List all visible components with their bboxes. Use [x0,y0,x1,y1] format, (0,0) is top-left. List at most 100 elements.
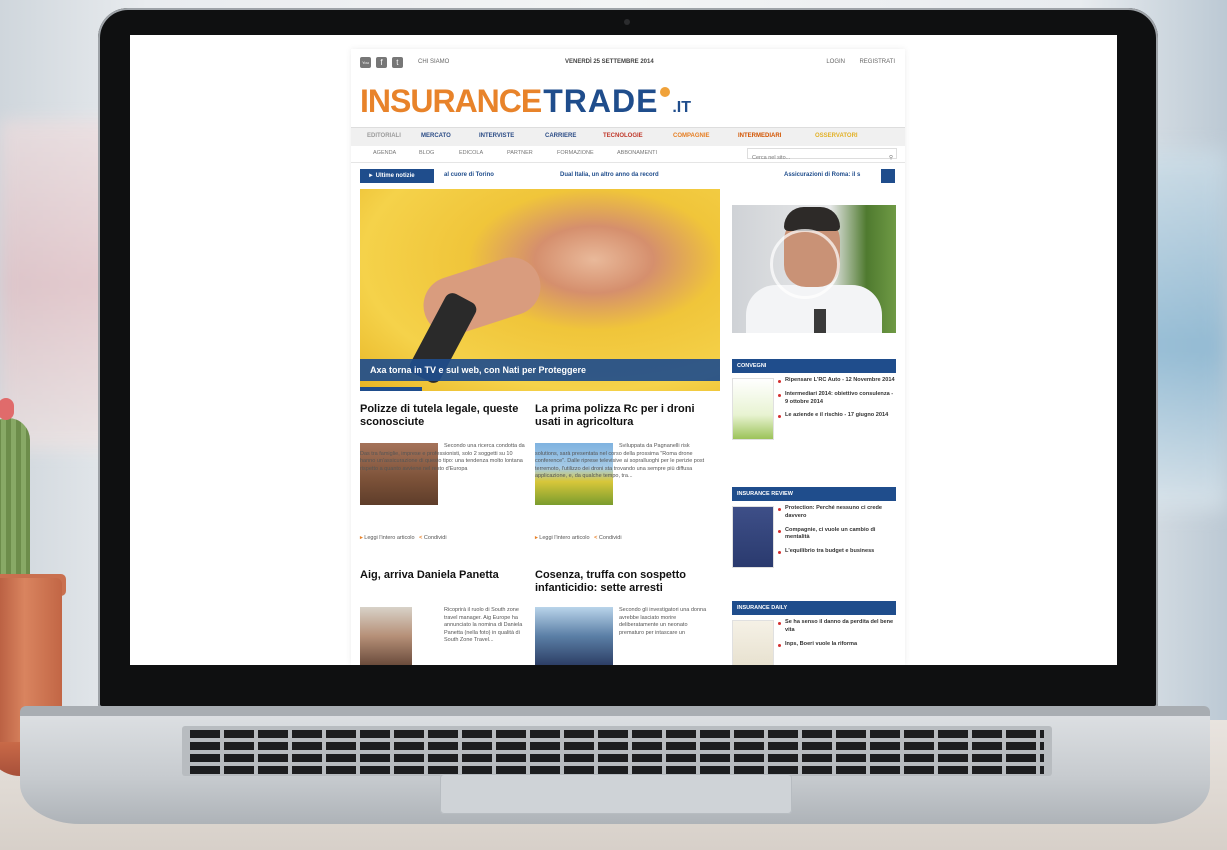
webcam-icon [624,19,630,25]
megaphone-icon: ► [368,173,376,179]
list-item[interactable]: Le aziende e il rischio - 17 giugno 2014 [778,412,896,420]
nav-item-compagnie[interactable]: COMPAGNIE [673,133,710,139]
video-person-hair [784,207,840,231]
nav-item-osservatori[interactable]: OSSERVATORI [815,133,858,139]
insurance-daily-box: INSURANCE DAILY Se ha senso il danno da … [732,601,896,665]
daily-newsletter-thumb[interactable] [732,620,774,665]
read-more-link[interactable]: Leggi l'intero articolo [364,535,414,541]
article-card: Aig, arriva Daniela Panetta Ricoprirà il… [360,569,530,665]
read-more-link[interactable]: Leggi l'intero articolo [539,535,589,541]
article-card: Cosenza, truffa con sospetto infanticidi… [535,569,706,665]
nav-item-carriere[interactable]: CARRIERE [545,133,576,139]
nav-item-editoriali[interactable]: EDITORIALI [367,133,401,139]
nav2-item-blog[interactable]: BLOG [419,150,434,156]
read-more-icon: ▸ [360,535,363,541]
list-item[interactable]: Compagnie, ci vuole un cambio di mentali… [778,527,896,543]
insurance-review-header: INSURANCE REVIEW [732,487,896,501]
hero-caption[interactable]: Axa torna in TV e sul web, con Nati per … [360,359,720,381]
nav-item-interviste[interactable]: INTERVISTE [479,133,514,139]
logo-tld: .IT [672,99,691,116]
convegni-header: CONVEGNI [732,359,896,373]
primary-nav: EDITORIALI MERCATO INTERVISTE CARRIERE T… [351,127,905,147]
share-link[interactable]: Condividi [424,535,447,541]
list-item[interactable]: L'equilibrio tra budget e business [778,548,896,556]
base-hinge [20,706,1210,716]
share-icon: < [419,535,423,541]
register-link[interactable]: REGISTRATI [859,59,895,65]
key-row [190,754,1044,762]
nav-item-intermediari[interactable]: INTERMEDIARI [738,133,781,139]
logo-dot-icon [660,87,671,97]
share-link[interactable]: Condividi [599,535,622,541]
logo-trade: TRADE [543,83,659,119]
convegni-body: Ripensare L'RC Auto - 12 Novembre 2014 I… [732,373,896,473]
current-date: VENERDÌ 25 SETTEMBRE 2014 [565,59,654,65]
read-more-icon: ▸ [535,535,538,541]
laptop-screen: You f t CHI SIAMO VENERDÌ 25 SETTEMBRE 2… [130,35,1117,665]
top-bar: You f t CHI SIAMO VENERDÌ 25 SETTEMBRE 2… [360,57,895,71]
article-actions: ▸ Leggi l'intero articolo < Condividi [535,535,622,541]
ticker-item[interactable]: Dual Italia, un altro anno da record [560,172,659,178]
convegni-thumbnail[interactable] [732,378,774,440]
laptop-base [20,706,1210,824]
ticker-label-text: Ultime notizie [375,173,415,179]
nav2-item-agenda[interactable]: AGENDA [373,150,396,156]
article-excerpt: Ricoprirà il ruolo di South zone travel … [444,607,523,643]
insurance-review-box: INSURANCE REVIEW Protection: Perché ness… [732,487,896,597]
secondary-nav: AGENDA BLOG EDICOLA PARTNER FORMAZIONE A… [351,146,905,163]
play-icon[interactable] [770,229,840,299]
site-logo[interactable]: INSURANCE TRADE .IT [360,83,691,119]
article-title[interactable]: Polizze di tutela legale, queste sconosc… [360,403,530,429]
keyboard [182,726,1052,776]
ticker-next-button[interactable] [881,169,895,183]
search-placeholder: Cerca nel sito... [752,155,791,161]
article-excerpt: Sviluppata da Pagnanelli risk solutions,… [535,443,705,479]
twitter-icon[interactable]: t [391,57,403,68]
list-item[interactable]: Protection: Perché nessuno ci crede davv… [778,505,896,521]
hero-slider[interactable]: Axa torna in TV e sul web, con Nati per … [360,189,720,391]
video-person-tie [814,309,826,333]
slider-progress [360,387,422,391]
article-image[interactable] [535,607,613,665]
cactus-flower [0,398,14,420]
nav-item-tecnologie[interactable]: TECNOLOGIE [603,133,643,139]
list-item[interactable]: Ripensare L'RC Auto - 12 Novembre 2014 [778,377,896,385]
news-ticker: ► Ultime notizie al cuore di Torino Dual… [360,169,895,183]
nav2-item-partner[interactable]: PARTNER [507,150,533,156]
video-player[interactable] [732,205,896,333]
article-title[interactable]: La prima polizza Rc per i droni usati in… [535,403,705,429]
youtube-icon[interactable]: You [360,57,371,68]
insurance-daily-body: Se ha senso il danno da perdita del bene… [732,615,896,665]
search-input[interactable]: Cerca nel sito... ⚲ [747,148,897,161]
login-link[interactable]: LOGIN [826,59,845,65]
convegni-list: Ripensare L'RC Auto - 12 Novembre 2014 I… [778,377,896,426]
website: You f t CHI SIAMO VENERDÌ 25 SETTEMBRE 2… [351,49,905,665]
list-item[interactable]: Inps, Boeri vuole la riforma [778,641,896,649]
article-image[interactable] [360,607,412,665]
search-icon[interactable]: ⚲ [889,153,893,164]
daily-list: Se ha senso il danno da perdita del bene… [778,619,896,654]
cactus-plant [0,418,30,588]
list-item[interactable]: Se ha senso il danno da perdita del bene… [778,619,896,635]
article-title[interactable]: Aig, arriva Daniela Panetta [360,569,530,582]
article-actions: ▸ Leggi l'intero articolo < Condividi [360,535,447,541]
article-excerpt: Secondo gli investigatori una donna avre… [619,607,707,636]
article-title[interactable]: Cosenza, truffa con sospetto infanticidi… [535,569,705,595]
chi-siamo-link[interactable]: CHI SIAMO [418,59,449,65]
ticker-label: ► Ultime notizie [360,169,434,183]
ticker-item[interactable]: al cuore di Torino [444,172,494,178]
ticker-item[interactable]: Assicurazioni di Roma: il s [784,172,860,178]
convegni-box: CONVEGNI Ripensare L'RC Auto - 12 Novemb… [732,359,896,473]
article-card: La prima polizza Rc per i droni usati in… [535,403,705,541]
review-magazine-cover[interactable] [732,506,774,568]
nav2-item-formazione[interactable]: FORMAZIONE [557,150,594,156]
nav-item-mercato[interactable]: MERCATO [421,133,451,139]
facebook-icon[interactable]: f [375,57,387,68]
nav2-item-abbonamenti[interactable]: ABBONAMENTI [617,150,657,156]
trackpad [440,774,792,814]
key-row [190,766,1044,774]
nav2-item-edicola[interactable]: EDICOLA [459,150,483,156]
article-card: Polizze di tutela legale, queste sconosc… [360,403,530,541]
article-excerpt: Secondo una ricerca condotta da Das tra … [360,443,525,472]
list-item[interactable]: Intermediari 2014: obiettivo consulenza … [778,391,896,407]
